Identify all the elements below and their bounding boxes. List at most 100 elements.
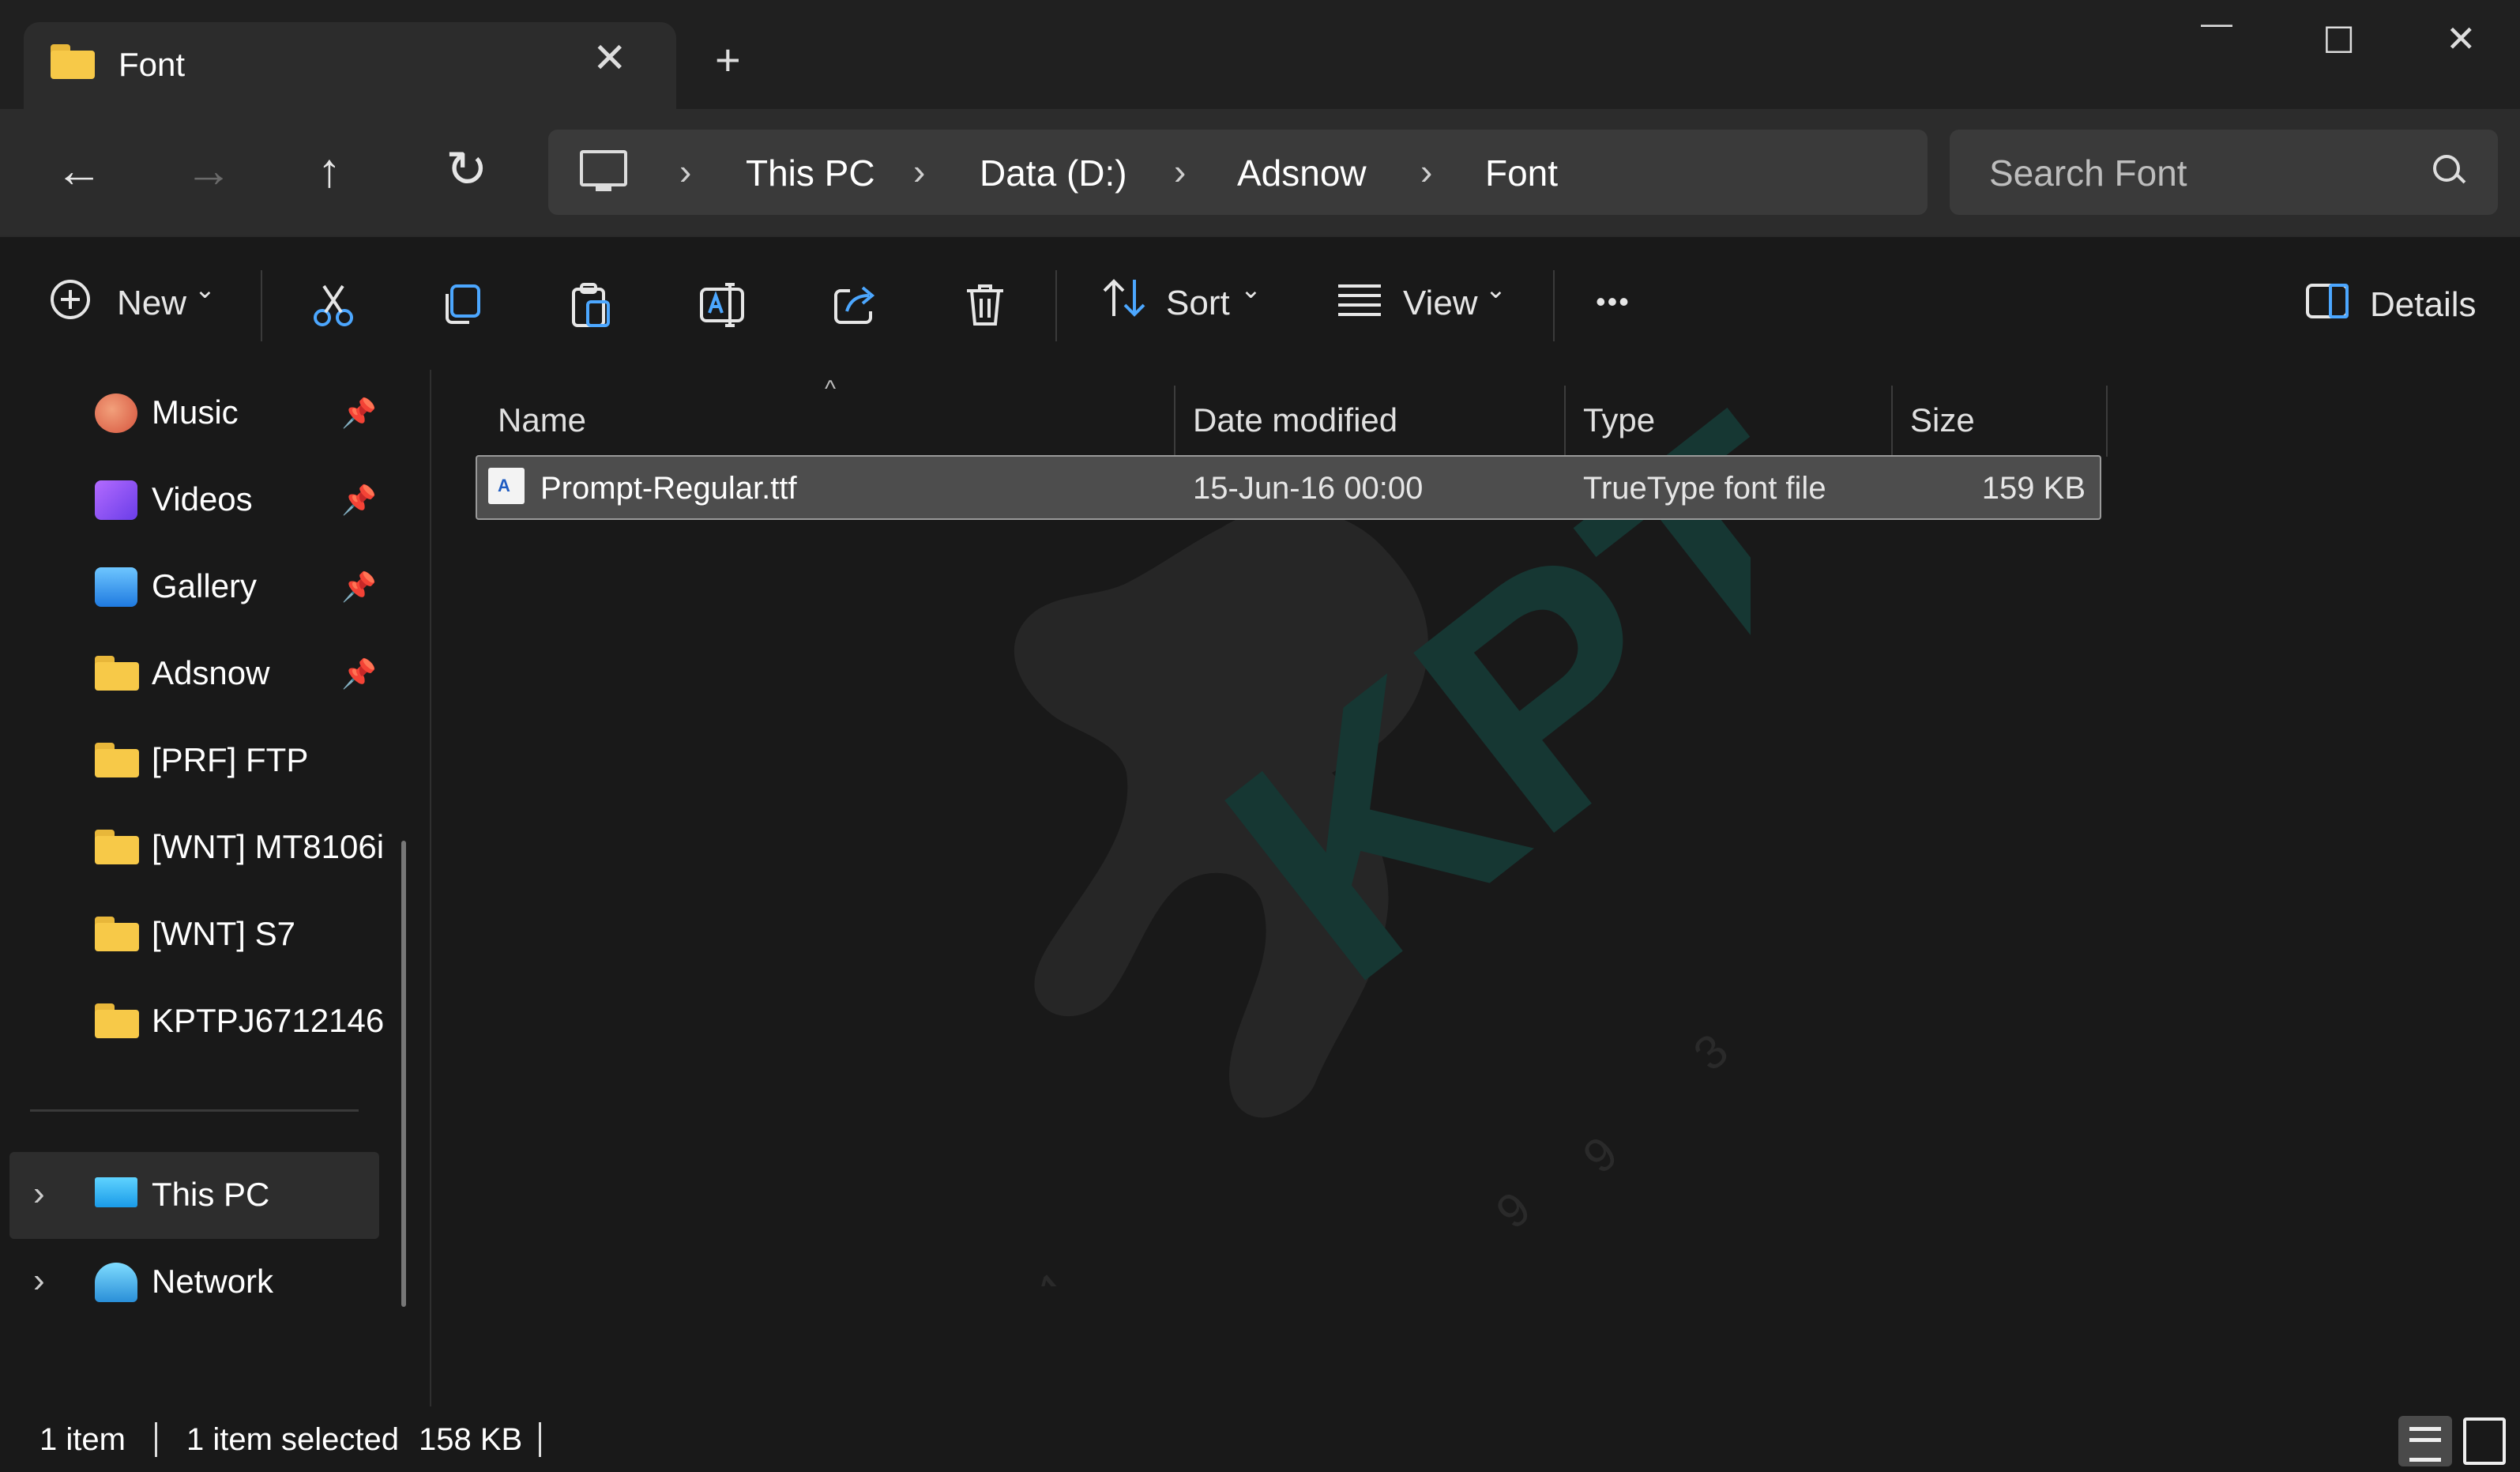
share-icon[interactable] <box>833 281 878 327</box>
folder-icon <box>95 656 139 691</box>
sidebar-divider <box>30 1109 359 1112</box>
column-header-size[interactable]: Size <box>1893 386 2098 457</box>
tab-font[interactable]: Font ✕ <box>24 22 676 111</box>
chevron-down-icon: ⌄ <box>1240 275 1262 303</box>
search-icon[interactable] <box>2433 155 2460 182</box>
pin-icon: 📌 <box>341 570 377 603</box>
sidebar-item-label: Adsnow <box>152 654 270 691</box>
folder-icon <box>95 830 139 864</box>
pin-icon: 📌 <box>341 657 377 690</box>
plus-circle-icon <box>51 280 90 319</box>
sidebar-item-wnt-mt8106i[interactable]: [WNT] MT8106i <box>0 804 384 891</box>
toolbar-divider <box>1553 270 1555 341</box>
column-header-type[interactable]: Type <box>1566 386 1882 457</box>
status-divider <box>539 1422 541 1457</box>
status-divider <box>155 1422 157 1457</box>
music-icon <box>95 393 137 433</box>
sort-ascending-icon: ^ <box>825 376 837 402</box>
sidebar-item-label: Music <box>152 393 239 431</box>
copy-icon[interactable] <box>439 283 483 327</box>
sidebar-item-label: [PRF] FTP <box>152 741 309 778</box>
chevron-right-icon[interactable]: › <box>33 1261 45 1301</box>
chevron-right-icon[interactable]: › <box>33 1174 45 1214</box>
breadcrumb-chevron-icon: › <box>679 151 692 192</box>
selected-count: 1 item selected <box>186 1422 400 1457</box>
sidebar-item-gallery[interactable]: Gallery 📌 <box>0 544 379 631</box>
sidebar-item-prf-ftp[interactable]: [PRF] FTP <box>0 717 379 804</box>
file-name: Prompt-Regular.ttf <box>540 471 797 506</box>
column-header-name[interactable]: Name <box>480 386 815 457</box>
toolbar-divider <box>261 270 262 341</box>
sidebar-item-this-pc[interactable]: › This PC <box>9 1152 379 1239</box>
back-button[interactable]: ← <box>55 147 103 194</box>
pin-icon: 📌 <box>341 397 377 429</box>
close-window-button[interactable]: ✕ <box>2446 21 2477 57</box>
forward-button[interactable]: → <box>185 147 232 194</box>
file-list-view: KPT 1 9 9 3 Name ^ Date modified Type Si… <box>431 370 2520 1406</box>
sidebar-item-videos[interactable]: Videos 📌 <box>0 457 379 544</box>
view-list-icon <box>1338 284 1381 316</box>
status-bar: 1 item 1 item selected 158 KB <box>0 1406 2520 1472</box>
sidebar-item-adsnow[interactable]: Adsnow 📌 <box>0 631 379 717</box>
file-date-modified: 15-Jun-16 00:00 <box>1193 471 1424 506</box>
sidebar-item-label: Videos <box>152 480 253 518</box>
details-view-button[interactable] <box>2398 1416 2452 1466</box>
kpt-watermark-logo: KPT 1 9 9 3 <box>1014 393 1751 1286</box>
breadcrumb-chevron-icon: › <box>1420 151 1433 192</box>
videos-icon <box>95 480 137 520</box>
sidebar-item-wnt-s7[interactable]: [WNT] S7 <box>0 891 379 978</box>
watermark-digit: 3 <box>1683 1023 1738 1081</box>
sidebar-item-label: KPTPJ6712146 <box>152 1002 385 1039</box>
search-box[interactable]: Search Font <box>1950 130 2498 215</box>
folder-icon <box>95 743 139 777</box>
refresh-button[interactable]: ↻ <box>446 144 488 194</box>
sidebar-item-label: [WNT] S7 <box>152 915 296 952</box>
breadcrumb-adsnow[interactable]: Adsnow <box>1237 152 1367 194</box>
breadcrumb-data-d[interactable]: Data (D:) <box>980 152 1127 194</box>
details-pane-icon <box>2306 284 2349 318</box>
new-tab-button[interactable]: + <box>715 38 741 82</box>
close-tab-icon[interactable]: ✕ <box>592 38 627 79</box>
view-label: View <box>1403 284 1478 322</box>
toolbar-divider <box>1055 270 1057 341</box>
chevron-down-icon: ⌄ <box>194 275 216 303</box>
navigation-pane: Music 📌 Videos 📌 Gallery 📌 Adsnow 📌 [PRF… <box>0 370 431 1406</box>
search-input[interactable]: Search Font <box>1989 152 2187 194</box>
breadcrumb-this-pc[interactable]: This PC <box>746 152 875 194</box>
sort-label: Sort <box>1166 284 1230 322</box>
sort-icon <box>1103 279 1145 317</box>
minimize-button[interactable]: — <box>2201 8 2232 40</box>
more-options-button[interactable]: ••• <box>1596 288 1630 316</box>
watermark-digit: 1 <box>1028 1260 1082 1286</box>
command-bar: New ⌄ Sort ⌄ View ⌄ ••• Details <box>0 235 2520 371</box>
sidebar-item-label: This PC <box>152 1176 270 1213</box>
file-size: 159 KB <box>1981 471 2086 506</box>
column-divider[interactable] <box>2106 386 2108 457</box>
item-count: 1 item <box>39 1422 126 1457</box>
large-icons-view-button[interactable] <box>2463 1417 2506 1465</box>
new-label: New <box>117 284 187 322</box>
sidebar-item-label: Gallery <box>152 567 258 604</box>
maximize-button[interactable]: ☐ <box>2323 22 2355 58</box>
up-button[interactable]: ↑ <box>318 147 341 194</box>
selected-size: 158 KB <box>419 1422 523 1457</box>
address-bar[interactable]: › This PC › Data (D:) › Adsnow › Font <box>548 130 1928 215</box>
cut-icon[interactable] <box>311 283 355 327</box>
gallery-icon <box>95 567 137 607</box>
breadcrumb-font[interactable]: Font <box>1485 152 1558 194</box>
sidebar-scrollbar[interactable] <box>401 841 406 1307</box>
navigation-bar: ← → ↑ ↻ › This PC › Data (D:) › Adsnow ›… <box>0 109 2520 235</box>
title-bar: Font ✕ + — ☐ ✕ <box>0 0 2520 111</box>
table-row[interactable]: Prompt-Regular.ttf 15-Jun-16 00:00 TrueT… <box>476 455 2101 520</box>
computer-icon <box>580 150 627 191</box>
watermark-digit: 9 <box>1573 1126 1627 1184</box>
sidebar-item-kptpj6712146[interactable]: KPTPJ6712146 <box>0 978 384 1065</box>
sidebar-item-music[interactable]: Music 📌 <box>0 370 379 457</box>
folder-icon <box>95 917 139 951</box>
rename-icon[interactable] <box>698 281 746 329</box>
column-header-date-modified[interactable]: Date modified <box>1175 386 1555 457</box>
delete-icon[interactable] <box>964 281 1006 329</box>
watermark-digit: 9 <box>1486 1181 1540 1239</box>
paste-icon[interactable] <box>569 281 613 329</box>
sidebar-item-network[interactable]: › Network <box>0 1239 379 1326</box>
